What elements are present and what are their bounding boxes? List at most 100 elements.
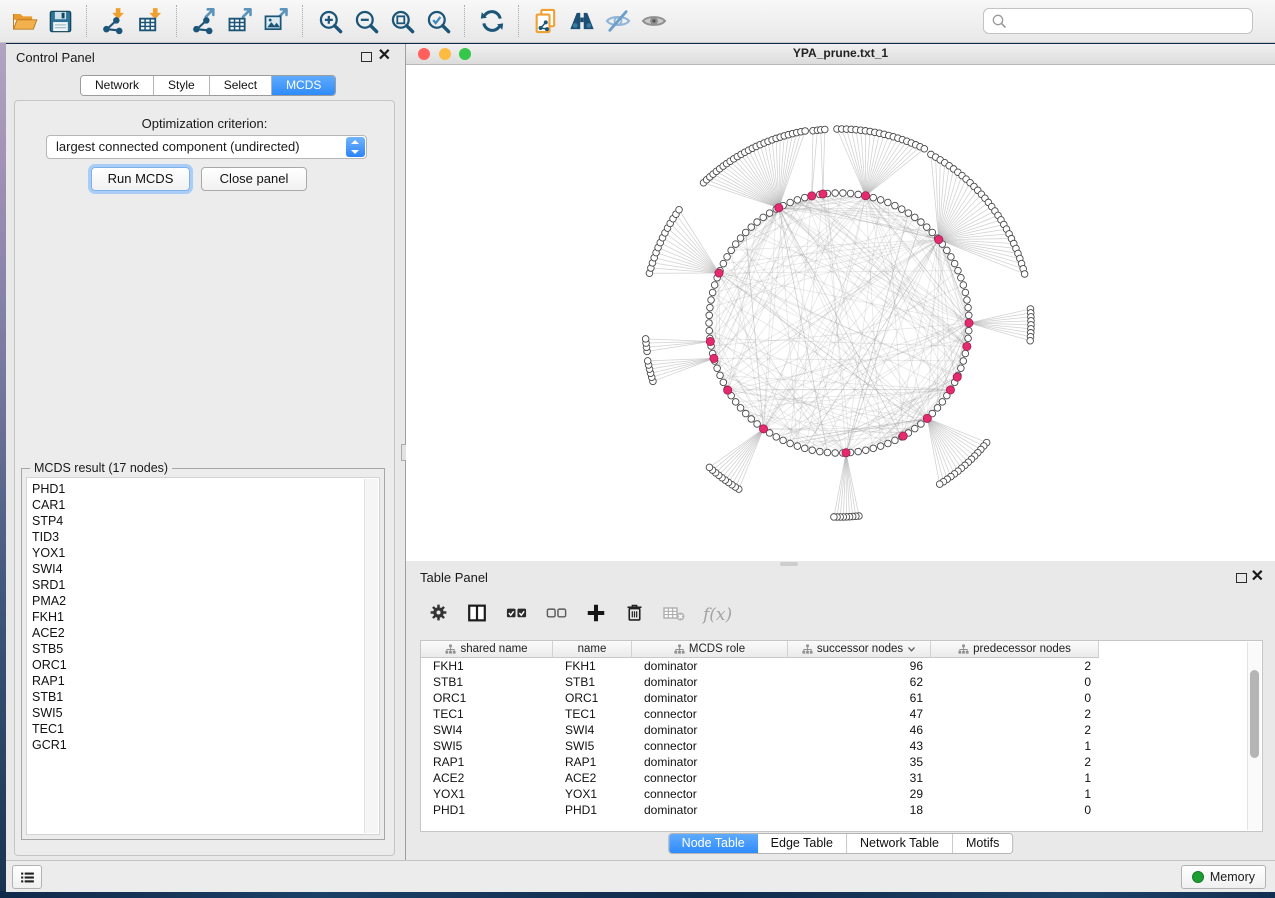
table-cell: 47 <box>788 706 931 722</box>
table-cell: TEC1 <box>421 706 553 722</box>
mcds-result-item[interactable]: TEC1 <box>32 721 379 737</box>
first-neighbors-icon[interactable] <box>564 3 600 39</box>
mcds-result-item[interactable]: TID3 <box>32 529 379 545</box>
zoom-selected-icon[interactable] <box>420 3 456 39</box>
mcds-result-item[interactable]: STP4 <box>32 513 379 529</box>
export-table-icon[interactable] <box>222 3 258 39</box>
zoom-out-icon[interactable] <box>348 3 384 39</box>
table-row[interactable]: RAP1RAP1dominator352 <box>421 754 1262 770</box>
table-cell: YOX1 <box>421 786 553 802</box>
tab-mcds[interactable]: MCDS <box>272 76 335 95</box>
mcds-result-item[interactable]: SWI4 <box>32 561 379 577</box>
column-header-shared-name[interactable]: shared name <box>421 641 553 658</box>
export-image-icon[interactable] <box>258 3 294 39</box>
mcds-result-item[interactable]: ACE2 <box>32 625 379 641</box>
save-session-icon[interactable] <box>42 3 78 39</box>
mcds-result-item[interactable]: RAP1 <box>32 673 379 689</box>
float-table-panel-icon[interactable] <box>1236 573 1247 583</box>
close-table-panel-icon[interactable]: ✕ <box>1251 570 1264 584</box>
table-cell: SWI4 <box>553 722 632 738</box>
network-window-titlebar[interactable]: YPA_prune.txt_1 <box>406 44 1275 65</box>
criterion-dropdown[interactable]: largest connected component (undirected) <box>46 135 367 159</box>
mcds-result-item[interactable]: ORC1 <box>32 657 379 673</box>
tab-network-table[interactable]: Network Table <box>847 834 953 853</box>
search-box[interactable] <box>983 8 1253 34</box>
result-list-scrollbar[interactable] <box>364 479 378 833</box>
create-column-plus-icon[interactable] <box>585 602 607 629</box>
shared-column-icon <box>445 644 456 655</box>
table-row[interactable]: ACE2ACE2connector311 <box>421 770 1262 786</box>
network-canvas[interactable] <box>406 65 1275 561</box>
show-all-icon[interactable] <box>636 3 672 39</box>
tab-motifs[interactable]: Motifs <box>953 834 1012 853</box>
table-toolbar: f(x) <box>420 596 1263 634</box>
tab-style[interactable]: Style <box>154 76 210 95</box>
maximize-window-traffic-icon[interactable] <box>459 48 471 60</box>
mcds-result-item[interactable]: FKH1 <box>32 609 379 625</box>
import-table-icon[interactable] <box>132 3 168 39</box>
table-cell: 0 <box>931 802 1099 818</box>
hide-selected-icon[interactable] <box>600 3 636 39</box>
table-row[interactable]: STB1STB1dominator620 <box>421 674 1262 690</box>
mcds-result-item[interactable]: PHD1 <box>32 481 379 497</box>
tab-edge-table[interactable]: Edge Table <box>758 834 847 853</box>
table-row[interactable]: ORC1ORC1dominator610 <box>421 690 1262 706</box>
close-window-traffic-icon[interactable] <box>418 48 430 60</box>
minimize-window-traffic-icon[interactable] <box>439 48 451 60</box>
float-panel-icon[interactable] <box>361 52 372 62</box>
table-row[interactable]: SWI5SWI5connector431 <box>421 738 1262 754</box>
table-row[interactable]: PHD1PHD1dominator180 <box>421 802 1262 818</box>
table-vertical-scrollbar[interactable] <box>1247 642 1261 830</box>
shared-column-icon <box>802 644 813 655</box>
mcds-result-item[interactable]: CAR1 <box>32 497 379 513</box>
column-header-name[interactable]: name <box>553 641 632 658</box>
mcds-result-item[interactable]: YOX1 <box>32 545 379 561</box>
mcds-result-item[interactable]: STB1 <box>32 689 379 705</box>
duplicate-network-icon[interactable] <box>528 3 564 39</box>
refresh-layout-icon[interactable] <box>474 3 510 39</box>
tab-node-table[interactable]: Node Table <box>669 834 758 853</box>
mcds-result-item[interactable]: SWI5 <box>32 705 379 721</box>
import-network-icon[interactable] <box>96 3 132 39</box>
toolbar-separator <box>464 5 466 37</box>
network-view-window: YPA_prune.txt_1 <box>406 44 1275 561</box>
open-file-icon[interactable] <box>6 3 42 39</box>
table-row[interactable]: TEC1TEC1connector472 <box>421 706 1262 722</box>
table-cell: PHD1 <box>421 802 553 818</box>
zoom-fit-icon[interactable] <box>384 3 420 39</box>
zoom-in-icon[interactable] <box>312 3 348 39</box>
memory-button[interactable]: Memory <box>1181 865 1266 889</box>
function-builder-icon: f(x) <box>703 605 732 625</box>
table-row[interactable]: FKH1FKH1dominator962 <box>421 658 1262 674</box>
table-cell: dominator <box>632 690 788 706</box>
deselect-all-rows-icon[interactable] <box>545 601 568 629</box>
search-input[interactable] <box>1010 10 1244 32</box>
close-panel-button[interactable]: Close panel <box>201 167 307 191</box>
table-cell: FKH1 <box>553 658 632 674</box>
column-header-predecessor-nodes[interactable]: predecessor nodes <box>931 641 1099 658</box>
table-scrollbar-thumb[interactable] <box>1250 670 1259 758</box>
mcds-result-item[interactable]: PMA2 <box>32 593 379 609</box>
column-header-successor-nodes[interactable]: successor nodes <box>788 641 931 658</box>
task-history-list-icon[interactable] <box>12 865 42 889</box>
main-toolbar <box>0 0 1275 43</box>
run-mcds-button[interactable]: Run MCDS <box>91 167 190 191</box>
tab-network[interactable]: Network <box>81 76 154 95</box>
show-columns-icon[interactable] <box>466 602 488 629</box>
export-network-icon[interactable] <box>186 3 222 39</box>
table-cell: connector <box>632 738 788 754</box>
close-panel-icon[interactable]: ✕ <box>378 49 391 63</box>
table-type-tabs: Node TableEdge TableNetwork TableMotifs <box>668 833 1014 854</box>
tab-select[interactable]: Select <box>210 76 272 95</box>
select-all-rows-icon[interactable] <box>505 601 528 629</box>
mcds-result-item[interactable]: GCR1 <box>32 737 379 753</box>
table-row[interactable]: YOX1YOX1connector291 <box>421 786 1262 802</box>
table-cell: PHD1 <box>553 802 632 818</box>
toolbar-separator <box>86 5 88 37</box>
table-options-gear-icon[interactable] <box>428 602 449 628</box>
table-row[interactable]: SWI4SWI4dominator462 <box>421 722 1262 738</box>
mcds-result-item[interactable]: SRD1 <box>32 577 379 593</box>
delete-column-trash-icon[interactable] <box>624 602 645 628</box>
mcds-result-item[interactable]: STB5 <box>32 641 379 657</box>
column-header-MCDS-role[interactable]: MCDS role <box>632 641 788 658</box>
